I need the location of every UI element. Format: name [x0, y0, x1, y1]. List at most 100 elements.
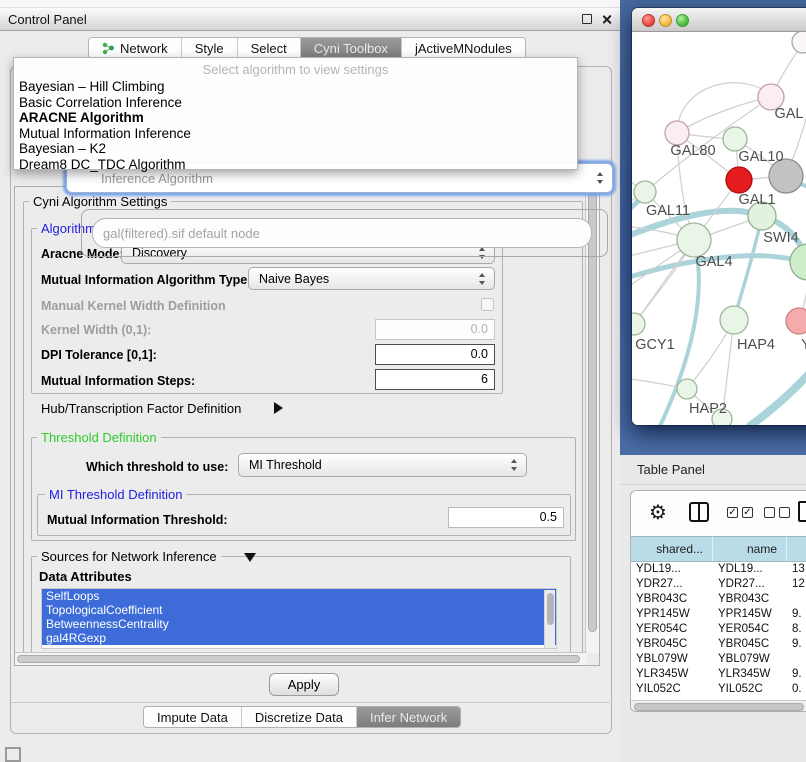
table-cell: YBL079W — [713, 652, 787, 667]
attribute-item-topologicalcoefficient[interactable]: TopologicalCoefficient — [42, 603, 556, 617]
table-cell: 9. — [787, 607, 806, 622]
table-row[interactable]: YBR043CYBR043C — [631, 592, 806, 607]
table-row[interactable]: YBR045CYBR045C9. — [631, 637, 806, 652]
network-node[interactable] — [792, 32, 806, 53]
bottom-tab-infer-network[interactable]: Infer Network — [357, 707, 460, 727]
checked-checkbox-icon[interactable]: ✓ — [727, 507, 738, 518]
minimized-panel-icon[interactable] — [5, 747, 21, 762]
node-label-gcy1: GCY1 — [635, 337, 675, 353]
cyni-settings-scrollpane: Cyni Algorithm Settings Algorithm Defini… — [14, 186, 600, 666]
network-node-y[interactable] — [786, 308, 806, 334]
settings-horizontal-scrollbar[interactable] — [15, 652, 587, 665]
node-label-hap2: HAP2 — [689, 401, 727, 417]
table-cell: YDR27... — [631, 577, 713, 592]
network-node-gal11[interactable] — [634, 181, 656, 203]
dropdown-item-basic-correlation-inference[interactable]: Basic Correlation Inference — [19, 95, 182, 111]
node-label-gal: GAL — [774, 106, 803, 122]
network-node-gcy1[interactable] — [632, 313, 645, 335]
table-data-selector[interactable]: gal(filtered).sif default node — [92, 218, 592, 248]
tab-cyni-toolbox[interactable]: Cyni Toolbox — [301, 38, 402, 58]
table-cell: 12 — [787, 577, 806, 592]
float-panel-icon[interactable] — [582, 14, 592, 24]
tab-select[interactable]: Select — [238, 38, 301, 58]
dropdown-item-bayesian-k2[interactable]: Bayesian – K2 — [19, 141, 106, 157]
node-label-y: Y — [801, 337, 806, 353]
attribute-item-betweennesscentrality[interactable]: BetweennessCentrality — [42, 617, 556, 631]
table-row[interactable]: YDL19...YDL19...13 — [631, 562, 806, 577]
tab-jactivemnodules[interactable]: jActiveMNodules — [402, 38, 525, 58]
tab-network[interactable]: Network — [89, 38, 182, 58]
page-icon[interactable] — [798, 501, 806, 522]
network-node-hap2[interactable] — [677, 379, 697, 399]
table-row[interactable]: YBL079WYBL079W — [631, 652, 806, 667]
kernel-width-field[interactable]: 0.0 — [375, 319, 495, 340]
table-toolbar: ⚙ ✓ ✓ — [631, 491, 806, 536]
dpi-tolerance-field[interactable]: 0.0 — [375, 344, 495, 365]
table-row[interactable]: YDR27...YDR27...12 — [631, 577, 806, 592]
mi-type-combobox[interactable]: Naive Bayes — [248, 267, 495, 290]
expand-arrow-icon[interactable] — [244, 553, 256, 562]
mi-steps-field[interactable]: 6 — [375, 369, 495, 390]
network-node-gal80[interactable] — [665, 121, 689, 145]
network-node-hap4[interactable] — [720, 306, 748, 334]
window-close-button[interactable] — [642, 14, 655, 27]
table-row[interactable]: YLR345WYLR345W9. — [631, 667, 806, 682]
unchecked-checkbox-icon[interactable] — [764, 507, 775, 518]
data-attributes-label: Data Attributes — [39, 569, 132, 584]
list-vertical-scrollbar[interactable] — [544, 590, 555, 649]
table-cell: YBR043C — [631, 592, 713, 607]
network-edge[interactable] — [677, 97, 771, 133]
node-label-gal1: GAL1 — [738, 192, 775, 208]
control-panel: Control Panel NetworkStyleSelectCyni Too… — [0, 0, 620, 762]
bottom-tab-discretize-data[interactable]: Discretize Data — [242, 707, 357, 727]
network-edge[interactable] — [750, 362, 806, 425]
table-cell: YBR045C — [713, 637, 787, 652]
combo-arrows-icon — [511, 459, 518, 471]
unchecked-checkbox-icon[interactable] — [779, 507, 790, 518]
column-header-name[interactable]: name — [713, 537, 787, 561]
manual-kernel-checkbox[interactable] — [481, 298, 494, 311]
network-node-gal4[interactable] — [677, 223, 711, 257]
table-horizontal-scrollbar[interactable] — [631, 700, 806, 712]
dropdown-item-aracne-algorithm[interactable]: ARACNE Algorithm — [19, 110, 144, 126]
dropdown-item-bayesian-hill-climbing[interactable]: Bayesian – Hill Climbing — [19, 79, 165, 95]
table-data-group: gal(filtered).sif default node — [81, 209, 608, 257]
combo-arrows-icon — [479, 273, 486, 285]
table-row[interactable]: YIL052CYIL052C0. — [631, 682, 806, 697]
network-canvas[interactable]: GALGAL80GAL10GAL1GAL11SWI4GAL4GCY1HAP4YH… — [632, 32, 806, 425]
table-cell: YLR345W — [631, 667, 713, 682]
window-minimize-button[interactable] — [659, 14, 672, 27]
network-node-gal10[interactable] — [723, 127, 747, 151]
node-label-gal80: GAL80 — [670, 143, 715, 159]
which-threshold-combobox[interactable]: MI Threshold — [238, 453, 527, 477]
mi-threshold-field[interactable]: 0.5 — [448, 507, 564, 528]
dropdown-item-dream8-dc-tdc-algorithm[interactable]: Dream8 DC_TDC Algorithm — [19, 157, 186, 173]
table-cell: 13 — [787, 562, 806, 577]
network-node[interactable] — [790, 244, 806, 280]
window-zoom-button[interactable] — [676, 14, 689, 27]
hub-definition-label[interactable]: Hub/Transcription Factor Definition — [41, 401, 241, 416]
network-window-titlebar[interactable] — [632, 8, 806, 32]
table-row[interactable]: YER054CYER054C8. — [631, 622, 806, 637]
table-cell: YBR043C — [713, 592, 787, 607]
split-columns-icon[interactable] — [689, 502, 709, 522]
sources-title[interactable]: Sources for Network Inference — [37, 549, 221, 564]
checked-checkbox-icon[interactable]: ✓ — [742, 507, 753, 518]
close-panel-icon[interactable] — [601, 14, 612, 25]
column-header-shared[interactable]: shared... — [631, 537, 713, 561]
dpi-tolerance-label: DPI Tolerance [0,1]: — [41, 348, 157, 362]
mi-threshold-label: Mutual Information Threshold: — [47, 513, 228, 527]
collapse-arrow-icon[interactable] — [274, 402, 283, 414]
apply-button[interactable]: Apply — [269, 673, 339, 696]
gear-icon[interactable]: ⚙ — [649, 500, 667, 524]
attribute-item-selfloops[interactable]: SelfLoops — [42, 589, 556, 603]
network-edge[interactable] — [734, 216, 762, 320]
mi-steps-label: Mutual Information Steps: — [41, 374, 195, 388]
bottom-tab-impute-data[interactable]: Impute Data — [144, 707, 242, 727]
table-row[interactable]: YPR145WYPR145W9. — [631, 607, 806, 622]
column-header-a[interactable]: A — [787, 537, 806, 561]
network-node-gal1[interactable] — [726, 167, 752, 193]
dropdown-item-mutual-information-inference[interactable]: Mutual Information Inference — [19, 126, 191, 142]
attribute-item-gal4rgexp[interactable]: gal4RGexp — [42, 631, 556, 645]
tab-style[interactable]: Style — [182, 38, 238, 58]
